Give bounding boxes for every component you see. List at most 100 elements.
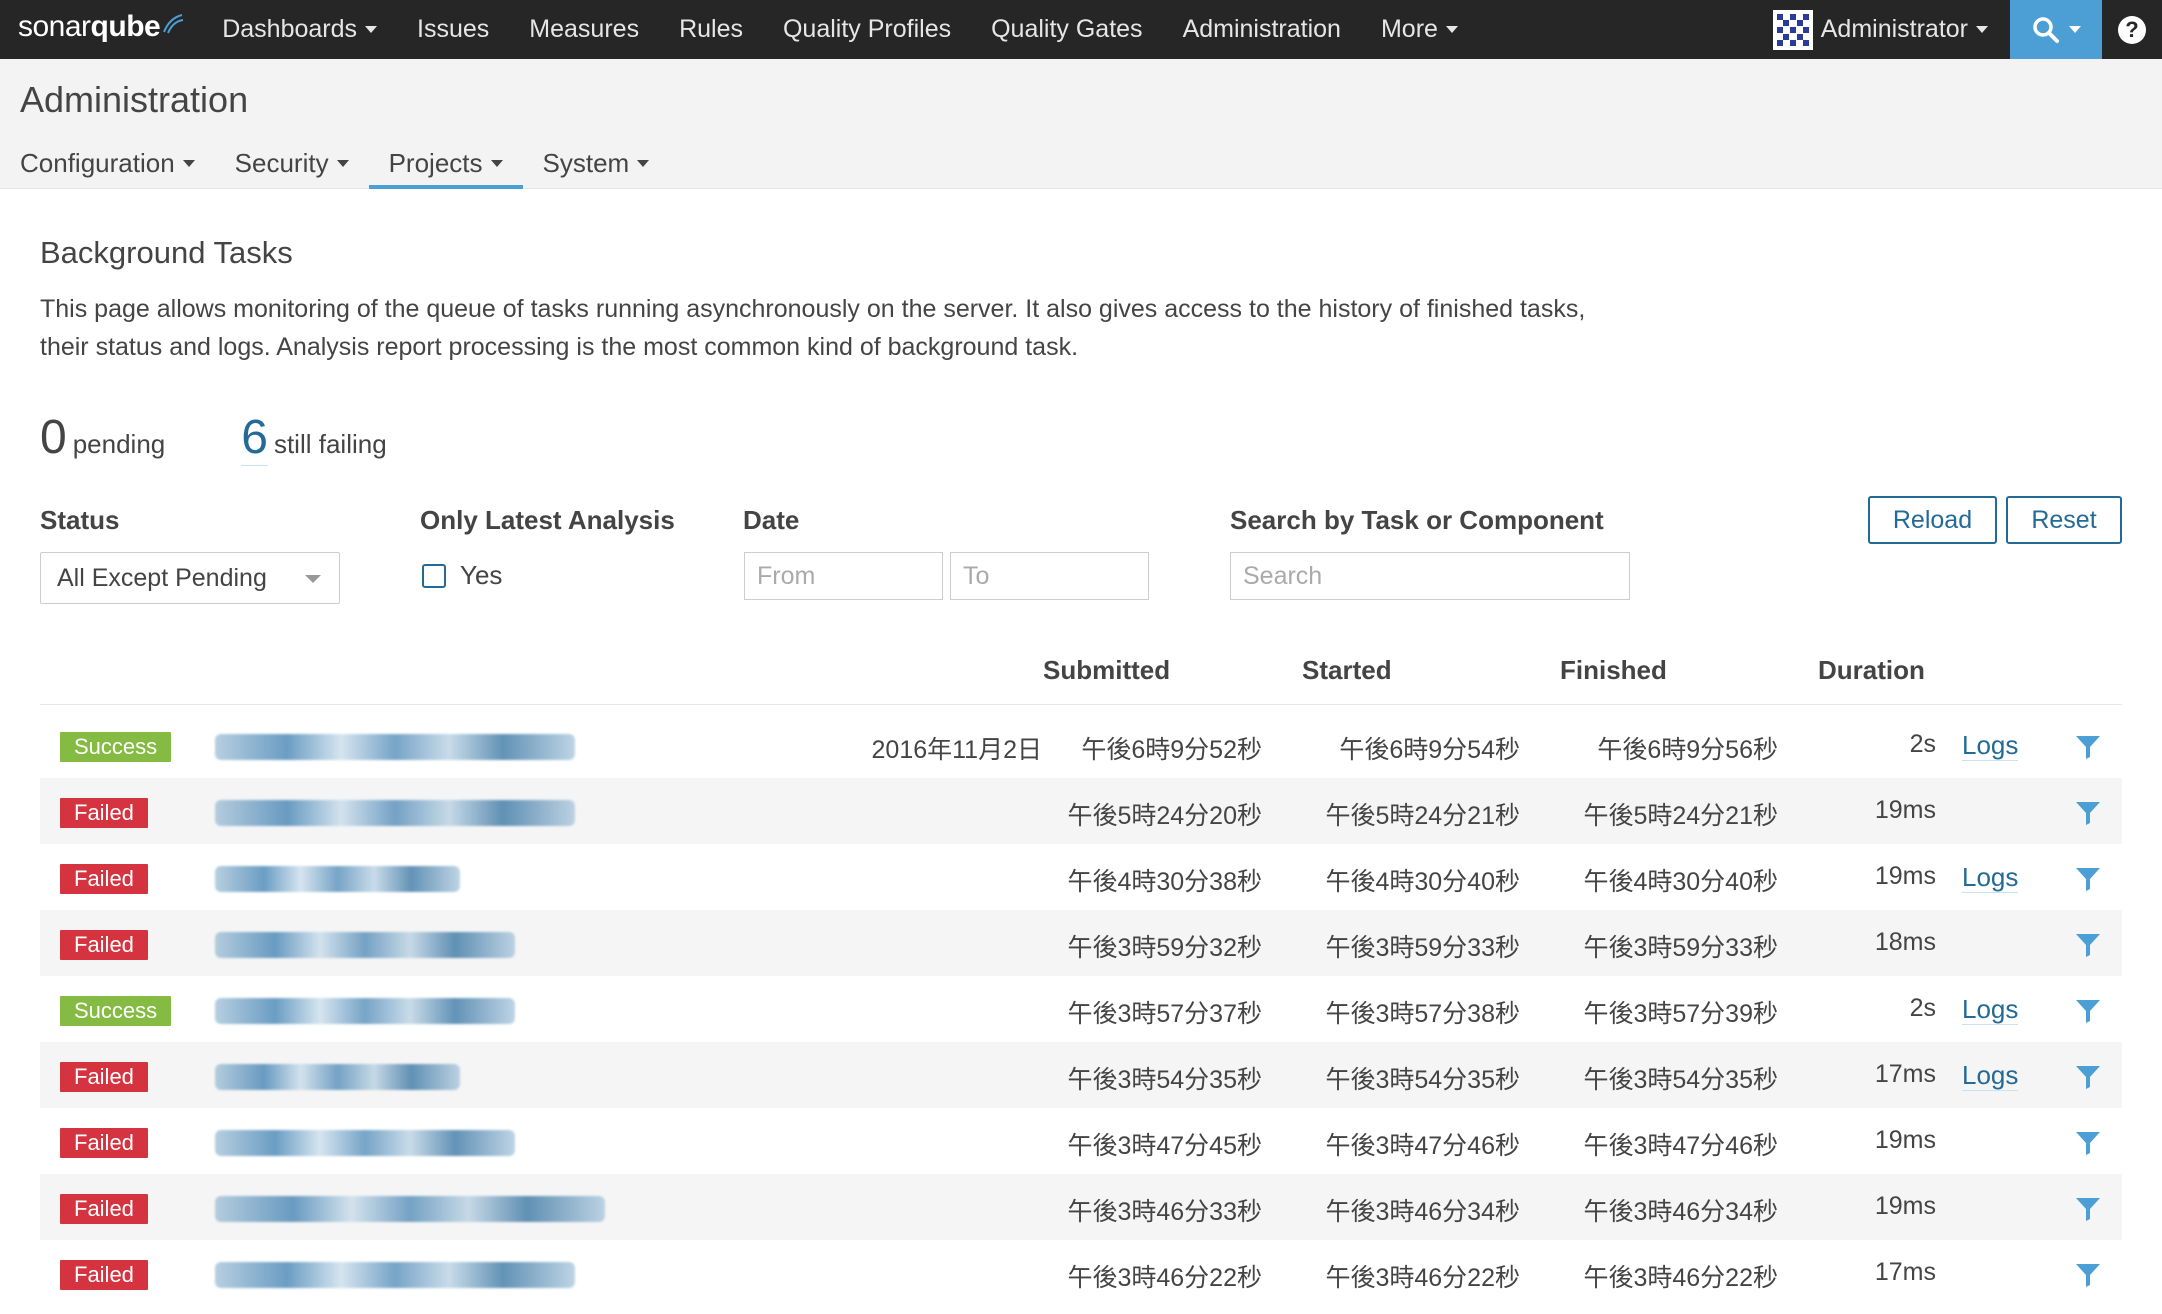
page-title: Background Tasks xyxy=(40,235,293,270)
latest-analysis-label: Only Latest Analysis xyxy=(420,505,675,535)
date-to-input[interactable] xyxy=(950,552,1149,600)
logs-link[interactable]: Logs xyxy=(1962,730,2019,761)
status-badge-label: Failed xyxy=(74,1196,134,1221)
header-finished: Finished xyxy=(1560,655,1667,685)
component-name-blurred[interactable] xyxy=(215,866,460,892)
status-badge-label: Failed xyxy=(74,1130,134,1155)
component-name-blurred[interactable] xyxy=(215,998,515,1024)
reset-button[interactable]: Reset xyxy=(2006,496,2122,544)
submitted-time: 午後6時9分52秒 xyxy=(1081,736,1262,764)
started-time: 午後6時9分54秒 xyxy=(1339,736,1520,764)
duration: 19ms xyxy=(1874,1126,1936,1154)
filter-icon[interactable] xyxy=(2075,734,2101,760)
component-name-blurred[interactable] xyxy=(215,1262,575,1288)
submitted-time: 午後3時54分35秒 xyxy=(1067,1066,1262,1094)
logo-text-sonar: sonar xyxy=(18,10,91,43)
latest-analysis-option: Yes xyxy=(460,560,503,590)
nav-measures-label: Measures xyxy=(529,15,640,43)
failing-label: still failing xyxy=(273,429,387,459)
user-menu[interactable]: Administrator xyxy=(1772,0,2010,59)
nav-dashboards[interactable]: Dashboards xyxy=(202,0,397,59)
component-name-blurred[interactable] xyxy=(215,734,575,760)
tab-security-label: Security xyxy=(234,147,329,178)
nav-quality-profiles[interactable]: Quality Profiles xyxy=(763,0,971,59)
nav-quality-gates[interactable]: Quality Gates xyxy=(971,0,1162,59)
failing-count-link[interactable]: 6 xyxy=(241,410,268,466)
chevron-down-icon xyxy=(182,159,195,167)
nav-administration-label: Administration xyxy=(1182,15,1341,43)
search-filter-label: Search by Task or Component xyxy=(1230,505,1604,535)
component-name-blurred[interactable] xyxy=(215,1196,605,1222)
nav-rules[interactable]: Rules xyxy=(659,0,763,59)
filter-icon[interactable] xyxy=(2075,866,2101,892)
status-select[interactable]: All Except Pending xyxy=(40,552,340,604)
status-badge: Failed xyxy=(60,930,148,960)
table-row: Failed 午後3時47分45秒 午後3時47分46秒 午後3時47分46秒 … xyxy=(40,1108,2122,1174)
search-input[interactable] xyxy=(1230,552,1630,600)
nav-administration[interactable]: Administration xyxy=(1163,0,1361,59)
header-started: Started xyxy=(1302,655,1392,685)
search-icon xyxy=(2033,16,2059,43)
chevron-down-icon xyxy=(1976,26,1988,33)
component-name-blurred[interactable] xyxy=(215,800,575,826)
finished-time: 午後3時46分22秒 xyxy=(1583,1264,1778,1292)
context-tabs: Configuration Security Projects System xyxy=(0,137,669,189)
logs-link[interactable]: Logs xyxy=(1962,1060,2019,1091)
status-select-value: All Except Pending xyxy=(57,563,267,592)
tab-projects[interactable]: Projects xyxy=(368,137,523,189)
status-badge: Failed xyxy=(60,798,148,828)
submitted-time: 午後3時59分32秒 xyxy=(1067,934,1262,962)
task-stats: 0 pending 6 still failing xyxy=(40,410,387,466)
filter-icon[interactable] xyxy=(2075,1130,2101,1156)
component-name-blurred[interactable] xyxy=(215,1130,515,1156)
status-filter-label: Status xyxy=(40,505,120,535)
status-badge: Failed xyxy=(60,1194,148,1224)
chevron-down-icon xyxy=(2069,26,2081,33)
filter-icon[interactable] xyxy=(2075,1262,2101,1288)
nav-issues[interactable]: Issues xyxy=(397,0,509,59)
filter-icon[interactable] xyxy=(2075,932,2101,958)
table-row: Failed 午後5時24分20秒 午後5時24分21秒 午後5時24分21秒 … xyxy=(40,778,2122,844)
tab-system[interactable]: System xyxy=(523,137,670,189)
filter-icon[interactable] xyxy=(2075,1064,2101,1090)
status-badge-label: Success xyxy=(74,734,158,759)
submitted-time: 午後3時57分37秒 xyxy=(1067,1000,1262,1028)
logs-link[interactable]: Logs xyxy=(1962,862,2019,893)
finished-time: 午後3時59分33秒 xyxy=(1583,934,1778,962)
filter-icon[interactable] xyxy=(2075,998,2101,1024)
finished-time: 午後3時54分35秒 xyxy=(1583,1066,1778,1094)
search-button[interactable] xyxy=(2010,0,2102,59)
started-time: 午後4時30分40秒 xyxy=(1325,868,1520,896)
avatar xyxy=(1772,9,1813,50)
status-badge-label: Failed xyxy=(74,1262,134,1287)
logs-link[interactable]: Logs xyxy=(1962,994,2019,1025)
started-time: 午後3時46分22秒 xyxy=(1325,1264,1520,1292)
chevron-down-icon xyxy=(365,26,378,33)
latest-analysis-checkbox[interactable] xyxy=(422,563,446,588)
status-badge: Failed xyxy=(60,1128,148,1158)
started-time: 午後5時24分21秒 xyxy=(1325,802,1520,830)
sonarqube-logo[interactable]: sonarqube xyxy=(18,0,184,59)
date-from-input[interactable] xyxy=(744,552,943,600)
reload-button[interactable]: Reload xyxy=(1868,496,1997,544)
nav-measures[interactable]: Measures xyxy=(509,0,659,59)
component-name-blurred[interactable] xyxy=(215,932,515,958)
chevron-down-icon xyxy=(336,159,349,167)
tab-configuration-label: Configuration xyxy=(20,147,175,178)
tab-projects-label: Projects xyxy=(388,147,483,178)
submitted-time: 午後3時47分45秒 xyxy=(1067,1132,1262,1160)
duration: 19ms xyxy=(1874,796,1936,824)
submitted-time: 午後5時24分20秒 xyxy=(1067,802,1262,830)
user-name: Administrator xyxy=(1820,15,1968,43)
filter-icon[interactable] xyxy=(2075,800,2101,826)
nav-more[interactable]: More xyxy=(1361,0,1478,59)
status-badge: Failed xyxy=(60,864,148,894)
component-name-blurred[interactable] xyxy=(215,1064,460,1090)
tab-security[interactable]: Security xyxy=(215,137,369,189)
latest-analysis-toggle[interactable]: Yes xyxy=(422,560,502,591)
tab-configuration[interactable]: Configuration xyxy=(0,137,215,189)
duration: 2s xyxy=(1909,994,1936,1022)
nav-issues-label: Issues xyxy=(417,15,490,43)
filter-icon[interactable] xyxy=(2075,1196,2101,1222)
help-button[interactable]: ? xyxy=(2102,0,2162,59)
